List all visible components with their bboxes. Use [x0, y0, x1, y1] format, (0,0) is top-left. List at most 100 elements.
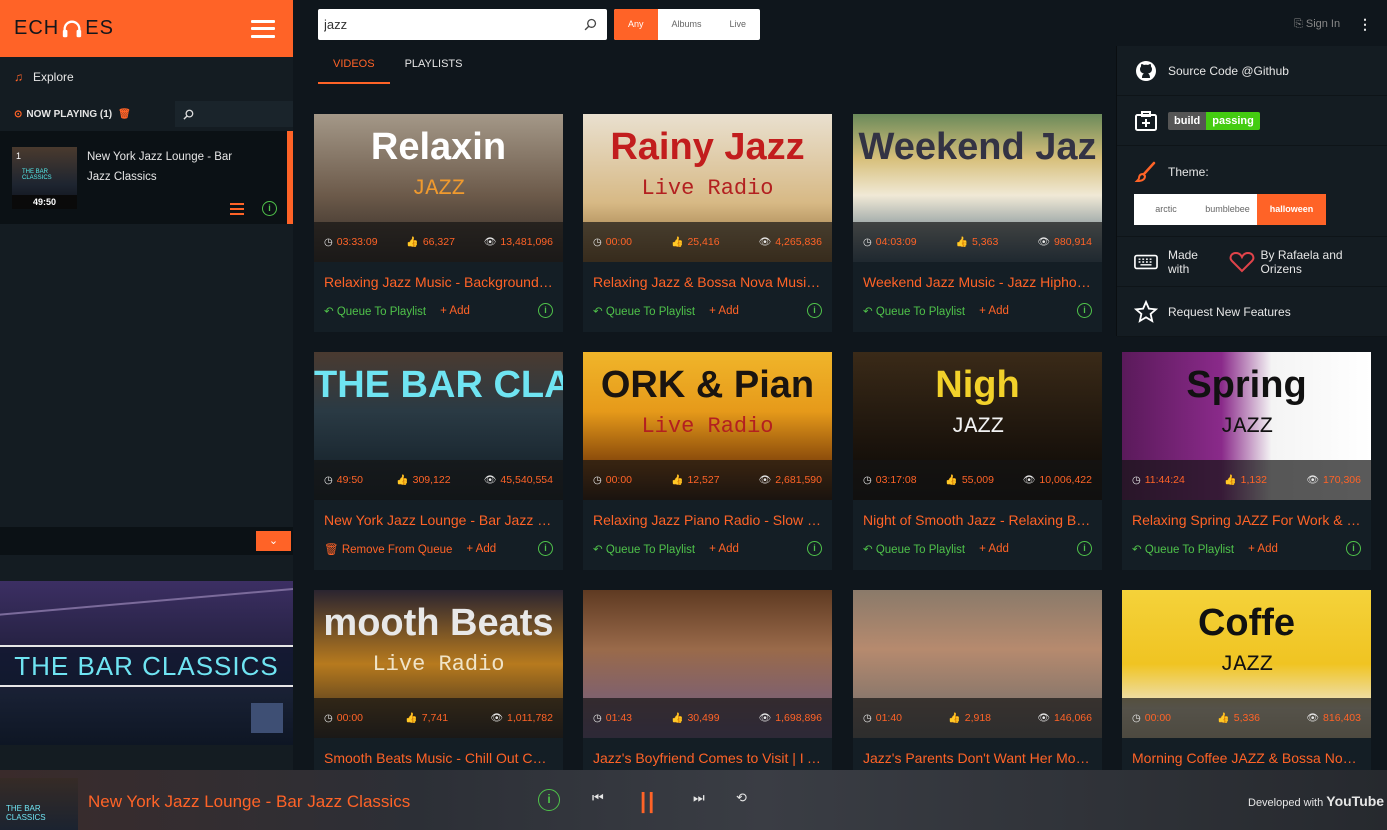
video-duration: 01:43	[605, 712, 633, 724]
video-title[interactable]: Relaxing Jazz & Bossa Nova Music Rad...	[583, 262, 832, 295]
filter-any[interactable]: Any	[614, 9, 658, 40]
queue-to-playlist-button[interactable]: ↶ Queue To Playlist	[593, 542, 695, 556]
video-title[interactable]: Night of Smooth Jazz - Relaxing Backg...	[853, 500, 1102, 533]
video-title[interactable]: New York Jazz Lounge - Bar Jazz Classics	[314, 500, 563, 533]
search-input[interactable]	[324, 17, 584, 32]
video-card[interactable]: ORK & Pian Live Radio ◷ 00:00 👍 12,527 👁 2,…	[583, 352, 832, 570]
menu-icon[interactable]	[251, 19, 275, 38]
chevron-down-icon[interactable]: ⌄	[256, 531, 291, 551]
info-icon[interactable]: i	[1077, 541, 1092, 556]
search-icon[interactable]	[584, 18, 597, 31]
menu-item-source-code[interactable]: Source Code @Github	[1117, 46, 1387, 96]
add-button[interactable]: + Add	[709, 543, 739, 555]
add-button[interactable]: + Add	[466, 543, 496, 555]
queue-to-playlist-button[interactable]: ↶ Queue To Playlist	[863, 304, 965, 318]
video-card[interactable]: Weekend Jaz ◷ 04:03:09 👍 5,363 👁 980,914 We…	[853, 114, 1102, 332]
filter-albums[interactable]: Albums	[658, 9, 716, 40]
video-card[interactable]: Nigh JAZZ ◷ 03:17:08 👍 55,009 👁 10,006,422 …	[853, 352, 1102, 570]
video-title[interactable]: Relaxing Jazz Music - Background Chil...	[314, 262, 563, 295]
info-icon[interactable]: i	[1346, 541, 1361, 556]
info-icon[interactable]: i	[807, 541, 822, 556]
sign-in-button[interactable]: ⎘ Sign In	[1294, 18, 1340, 31]
more-vertical-icon[interactable]: ⋮	[1358, 16, 1372, 33]
queue-item[interactable]: 1 THE BAR CLASSICS 49:50 New York Jazz L…	[0, 131, 293, 224]
app-logo[interactable]: ECH ES	[14, 17, 114, 40]
video-title[interactable]: Smooth Beats Music - Chill Out Cafe ...	[314, 738, 563, 771]
video-thumbnail[interactable]: THE BAR CLASSICS ◷49:50 👍309,122 👁45,540…	[314, 352, 563, 500]
clock-icon: ◷	[1132, 712, 1141, 724]
info-icon[interactable]: i	[1077, 303, 1092, 318]
video-card[interactable]: Relaxin JAZZ ◷ 03:33:09 👍 66,327 👁 13,481,0…	[314, 114, 563, 332]
explore-label: Explore	[33, 70, 74, 84]
now-playing-thumbnail[interactable]: THE BAR CLASSICS	[0, 778, 78, 830]
filter-live[interactable]: Live	[716, 9, 761, 40]
sidebar-item-explore[interactable]: ♫ Explore	[0, 57, 293, 97]
video-title[interactable]: Relaxing Spring JAZZ For Work & Study...	[1122, 500, 1371, 533]
video-title[interactable]: Weekend Jazz Music - Jazz Hiphop, Jaz...	[853, 262, 1102, 295]
video-thumbnail[interactable]: Spring JAZZ ◷ 11:44:24 👍 1,132 👁 170,306	[1122, 352, 1371, 500]
add-button[interactable]: + Add	[709, 305, 739, 317]
trash-icon[interactable]: 🗑	[118, 109, 131, 120]
add-button[interactable]: + Add	[1248, 543, 1278, 555]
thumb-line-1: Weekend Jaz	[858, 126, 1097, 168]
thumbs-up-icon: 👍	[405, 712, 418, 724]
now-playing-label: NOW PLAYING (1)	[26, 108, 113, 120]
video-thumbnail[interactable]: Relaxin JAZZ ◷ 03:33:09 👍 66,327 👁 13,481,0…	[314, 114, 563, 262]
info-icon[interactable]: i	[538, 541, 553, 556]
skip-next-icon[interactable]: ⏭	[693, 790, 705, 806]
search-box[interactable]	[318, 9, 607, 40]
video-title[interactable]: Relaxing Jazz Piano Radio - Slow Jazz ..…	[583, 500, 832, 533]
queue-to-playlist-button[interactable]: ↶ Queue To Playlist	[863, 542, 965, 556]
share-icon: ↶	[863, 543, 873, 556]
video-thumbnail[interactable]: mooth Beats Live Radio ◷ 00:00 👍 7,741 👁 1,…	[314, 590, 563, 738]
menu-item-request-features[interactable]: Request New Features	[1117, 287, 1387, 337]
thumb-line-1: Rainy Jazz	[610, 126, 805, 168]
tab-videos[interactable]: VIDEOS	[318, 50, 390, 84]
menu-item-build[interactable]: build passing	[1117, 96, 1387, 146]
github-icon	[1136, 60, 1156, 81]
video-card[interactable]: THE BAR CLASSICS ◷49:50 👍309,122 👁45,540…	[314, 352, 563, 570]
video-card[interactable]: Spring JAZZ ◷ 11:44:24 👍 1,132 👁 170,306 Re…	[1122, 352, 1371, 570]
video-thumbnail[interactable]: ◷ 01:40 👍 2,918 👁 146,066	[853, 590, 1102, 738]
video-likes: 30,499	[687, 712, 720, 724]
info-icon[interactable]: i	[262, 201, 277, 216]
video-thumbnail[interactable]: Coffe JAZZ ◷ 00:00 👍 5,336 👁 816,403	[1122, 590, 1371, 738]
video-stats: ◷ 01:40 👍 2,918 👁 146,066	[853, 698, 1102, 738]
pause-icon[interactable]: ||	[640, 788, 656, 814]
theme-bumblebee-button[interactable]: bumblebee	[1198, 194, 1257, 225]
info-icon[interactable]: i	[538, 303, 553, 318]
add-button[interactable]: + Add	[979, 305, 1009, 317]
repeat-icon[interactable]: ⟲	[736, 790, 747, 806]
video-action-label: Queue To Playlist	[605, 305, 696, 318]
video-player[interactable]: THE BAR CLASSICS	[0, 581, 293, 745]
theme-halloween-button[interactable]: halloween	[1257, 194, 1326, 225]
info-icon[interactable]: i	[538, 789, 560, 811]
video-thumbnail[interactable]: Rainy Jazz Live Radio ◷ 00:00 👍 25,416 👁 4,…	[583, 114, 832, 262]
info-icon[interactable]: i	[807, 303, 822, 318]
queue-to-playlist-button[interactable]: ↶ Queue To Playlist	[324, 304, 426, 318]
video-thumbnail[interactable]: ORK & Pian Live Radio ◷ 00:00 👍 12,527 👁 2,…	[583, 352, 832, 500]
remove-from-queue-button[interactable]: 🗑 Remove From Queue	[324, 542, 452, 556]
video-title[interactable]: Jazz's Parents Don't Want Her Moving...	[853, 738, 1102, 771]
video-title[interactable]: Morning Coffee JAZZ & Bossa Nova M...	[1122, 738, 1371, 771]
queue-search-input[interactable]	[175, 101, 293, 127]
tab-playlists[interactable]: PLAYLISTS	[390, 50, 478, 84]
video-thumbnail[interactable]: Weekend Jaz ◷ 04:03:09 👍 5,363 👁 980,914	[853, 114, 1102, 262]
menu-item-made-with: Made with By Rafaela and Orizens	[1117, 237, 1387, 287]
theme-arctic-button[interactable]: arctic	[1134, 194, 1198, 225]
developed-with-youtube[interactable]: Developed with YouTube	[1248, 793, 1384, 809]
video-views: 10,006,422	[1039, 474, 1092, 486]
video-thumbnail[interactable]: ◷ 01:43 👍 30,499 👁 1,698,896	[583, 590, 832, 738]
list-icon[interactable]	[230, 202, 244, 215]
queue-to-playlist-button[interactable]: ↶ Queue To Playlist	[593, 304, 695, 318]
skip-previous-icon[interactable]: ⏮	[592, 790, 604, 806]
video-duration: 11:44:24	[1144, 474, 1185, 486]
add-button[interactable]: + Add	[979, 543, 1009, 555]
thumbs-up-icon: 👍	[396, 474, 409, 486]
video-thumbnail[interactable]: Nigh JAZZ ◷ 03:17:08 👍 55,009 👁 10,006,422	[853, 352, 1102, 500]
add-button[interactable]: + Add	[440, 305, 470, 317]
video-card[interactable]: Rainy Jazz Live Radio ◷ 00:00 👍 25,416 👁 4,…	[583, 114, 832, 332]
queue-to-playlist-button[interactable]: ↶ Queue To Playlist	[1132, 542, 1234, 556]
video-title[interactable]: Jazz's Boyfriend Comes to Visit | I Am .…	[583, 738, 832, 771]
paintbrush-icon	[1134, 161, 1156, 183]
